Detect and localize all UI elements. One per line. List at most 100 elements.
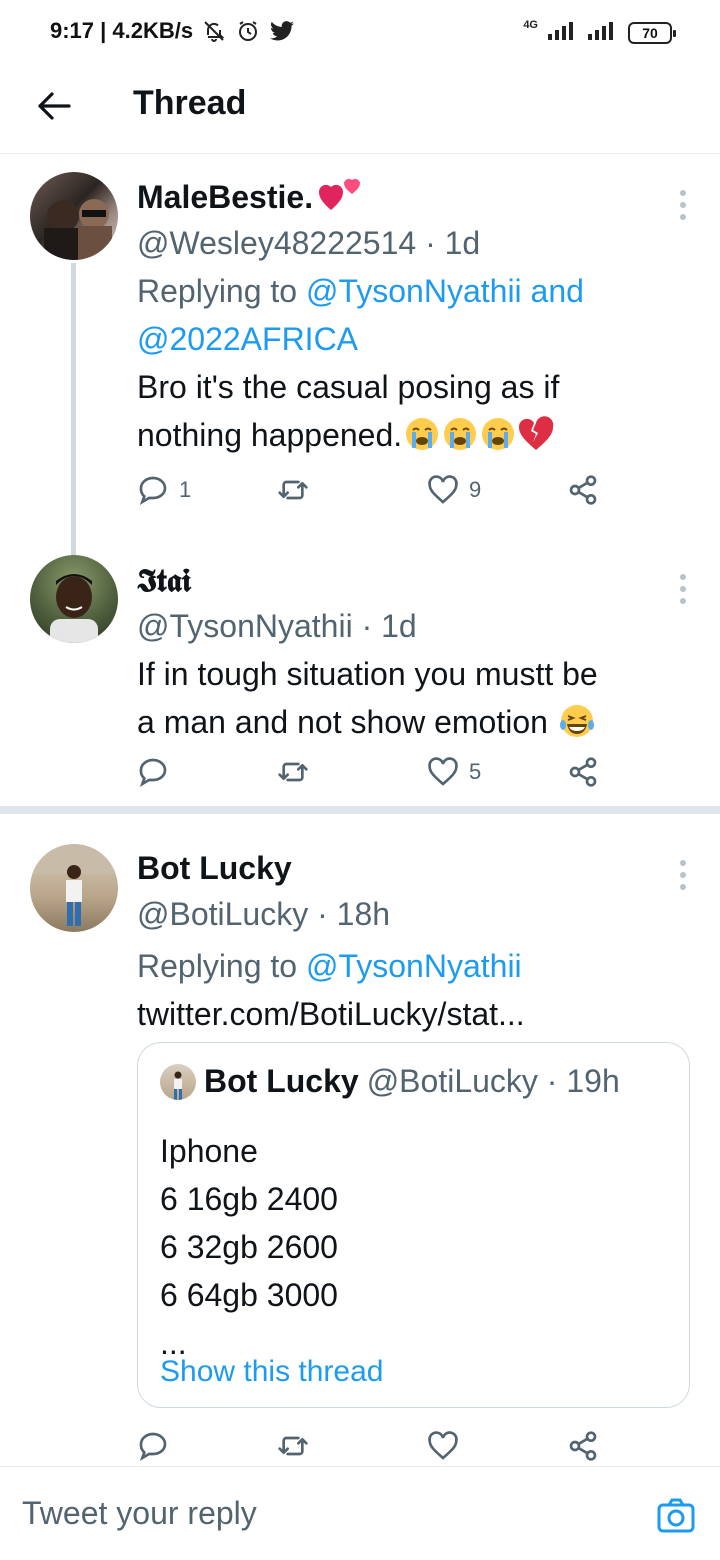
mention-link-2[interactable]: @2022AFRICA (137, 321, 358, 357)
quoted-line: 6 64gb 3000 (160, 1277, 338, 1313)
heart-icon (428, 757, 458, 786)
like-button[interactable]: 5 (427, 752, 481, 792)
quoted-line: 6 32gb 2600 (160, 1229, 338, 1265)
reply-button[interactable] (137, 752, 179, 792)
author-name[interactable]: 𝕴𝖙𝖆𝖎 (137, 561, 191, 600)
like-count: 9 (469, 477, 482, 502)
alarm-icon (235, 18, 261, 44)
page-title: Thread (133, 84, 247, 122)
status-left: 9:17 | 4.2KB/s (50, 18, 295, 44)
reply-icon (139, 1432, 167, 1462)
more-options-icon[interactable] (676, 574, 690, 604)
tears-of-joy-icon (557, 704, 595, 740)
heart-icon (428, 475, 458, 504)
tweet-link[interactable]: twitter.com/BotiLucky/stat... (137, 990, 660, 1038)
author-name-row[interactable]: 𝕴𝖙𝖆𝖎 (137, 558, 660, 602)
tweet-text-line-2: nothing happened. (137, 417, 403, 453)
retweet-button[interactable] (277, 470, 309, 510)
retweet-button[interactable] (277, 752, 309, 792)
replying-prefix: Replying to (137, 273, 306, 309)
tweet-text-line-2: a man and not show emotion (137, 704, 548, 740)
share-icon (569, 757, 597, 787)
tweet-malebestie[interactable]: MaleBestie. @Wesley48222514 · 1d Replyin… (0, 155, 720, 559)
quoted-line: Iphone (160, 1133, 258, 1169)
back-button[interactable] (30, 82, 78, 130)
author-name[interactable]: MaleBestie. (137, 179, 313, 216)
author-handle-time: @BotiLucky · 18h (137, 896, 391, 932)
network-label: 4G (523, 18, 538, 31)
quoted-tweet[interactable]: Bot Lucky @BotiLucky · 19h Iphone 6 16gb… (137, 1042, 690, 1408)
tweet-actions: 5 (137, 752, 617, 792)
quoted-handle-time: @BotiLucky · 19h (366, 1063, 620, 1099)
two-hearts-icon (319, 174, 363, 220)
crying-face-icon (440, 417, 478, 453)
mention-link[interactable]: @TysonNyathii (306, 273, 522, 309)
retweet-icon (278, 480, 308, 500)
share-icon (569, 1431, 597, 1461)
reply-input[interactable]: Tweet your reply (22, 1495, 257, 1532)
broken-heart-icon (516, 416, 554, 453)
avatar[interactable] (30, 555, 118, 643)
share-button[interactable] (567, 752, 599, 792)
like-button[interactable]: 9 (427, 470, 481, 510)
tweet-text-line-1: If in tough situation you mustt be (137, 656, 598, 692)
reply-icon (139, 476, 167, 506)
replying-to: Replying to @TysonNyathii (137, 942, 660, 990)
author-handle-time: @Wesley48222514 · 1d (137, 225, 481, 261)
twitter-bird-icon (269, 18, 295, 44)
share-button[interactable] (567, 1426, 599, 1466)
retweet-button[interactable] (277, 1426, 309, 1466)
quoted-author-name: Bot Lucky (204, 1063, 359, 1099)
retweet-icon (278, 1436, 308, 1456)
status-time-speed: 9:17 | 4.2KB/s (50, 18, 194, 43)
reply-button[interactable] (137, 1426, 169, 1466)
share-button[interactable] (567, 470, 599, 510)
section-divider (0, 806, 720, 814)
tweet-itai[interactable]: 𝕴𝖙𝖆𝖎 @TysonNyathii · 1d If in tough situ… (0, 540, 720, 806)
reply-icon (139, 758, 167, 788)
camera-button[interactable] (656, 1495, 696, 1535)
battery-icon: 70 (628, 21, 676, 44)
header: Thread (0, 64, 720, 154)
mention-and[interactable]: and (531, 273, 584, 309)
reply-button[interactable]: 1 (137, 470, 191, 510)
quoted-author-row: Bot Lucky @BotiLucky · 19h (160, 1063, 620, 1100)
thread-connector (71, 263, 76, 559)
reply-count: 1 (179, 477, 192, 502)
tweet-actions (137, 1426, 617, 1466)
tweet-text: Bro it's the casual posing as if nothing… (137, 363, 660, 459)
replying-to: Replying to @TysonNyathii and @2022AFRIC… (137, 267, 660, 363)
crying-face-icon (478, 417, 516, 453)
crying-face-icon (402, 417, 440, 453)
heart-icon (428, 1431, 458, 1460)
camera-icon (657, 1498, 695, 1533)
author-name-row[interactable]: Bot Lucky (137, 846, 660, 890)
author-name[interactable]: Bot Lucky (137, 850, 292, 887)
retweet-icon (278, 762, 308, 782)
status-bar: 9:17 | 4.2KB/s 4G 70 (0, 0, 720, 64)
author-name-row[interactable]: MaleBestie. (137, 175, 660, 219)
mention-link[interactable]: @TysonNyathii (306, 948, 522, 984)
avatar[interactable] (30, 172, 118, 260)
share-icon (569, 475, 597, 505)
quoted-line: 6 16gb 2400 (160, 1181, 338, 1217)
signal-icon-2 (588, 20, 618, 45)
quoted-avatar (160, 1063, 196, 1100)
reply-bar: Tweet your reply (0, 1466, 720, 1560)
like-count: 5 (469, 759, 482, 784)
tweet-text-line-1: Bro it's the casual posing as if (137, 369, 560, 405)
like-button[interactable] (427, 1426, 459, 1466)
tweet-text: If in tough situation you mustt be a man… (137, 650, 660, 746)
more-options-icon[interactable] (676, 860, 690, 890)
show-thread-link[interactable]: Show this thread (160, 1355, 383, 1389)
status-right: 4G 70 (523, 18, 676, 45)
quoted-text: Iphone 6 16gb 2400 6 32gb 2600 6 64gb 30… (160, 1127, 338, 1367)
arrow-left-icon (38, 92, 71, 120)
avatar[interactable] (30, 844, 118, 932)
tweet-actions: 1 9 (137, 470, 617, 510)
signal-icon (548, 20, 578, 45)
replying-prefix: Replying to (137, 948, 306, 984)
author-handle-time: @TysonNyathii · 1d (137, 608, 417, 644)
more-options-icon[interactable] (676, 190, 690, 220)
bell-off-icon (201, 18, 227, 44)
